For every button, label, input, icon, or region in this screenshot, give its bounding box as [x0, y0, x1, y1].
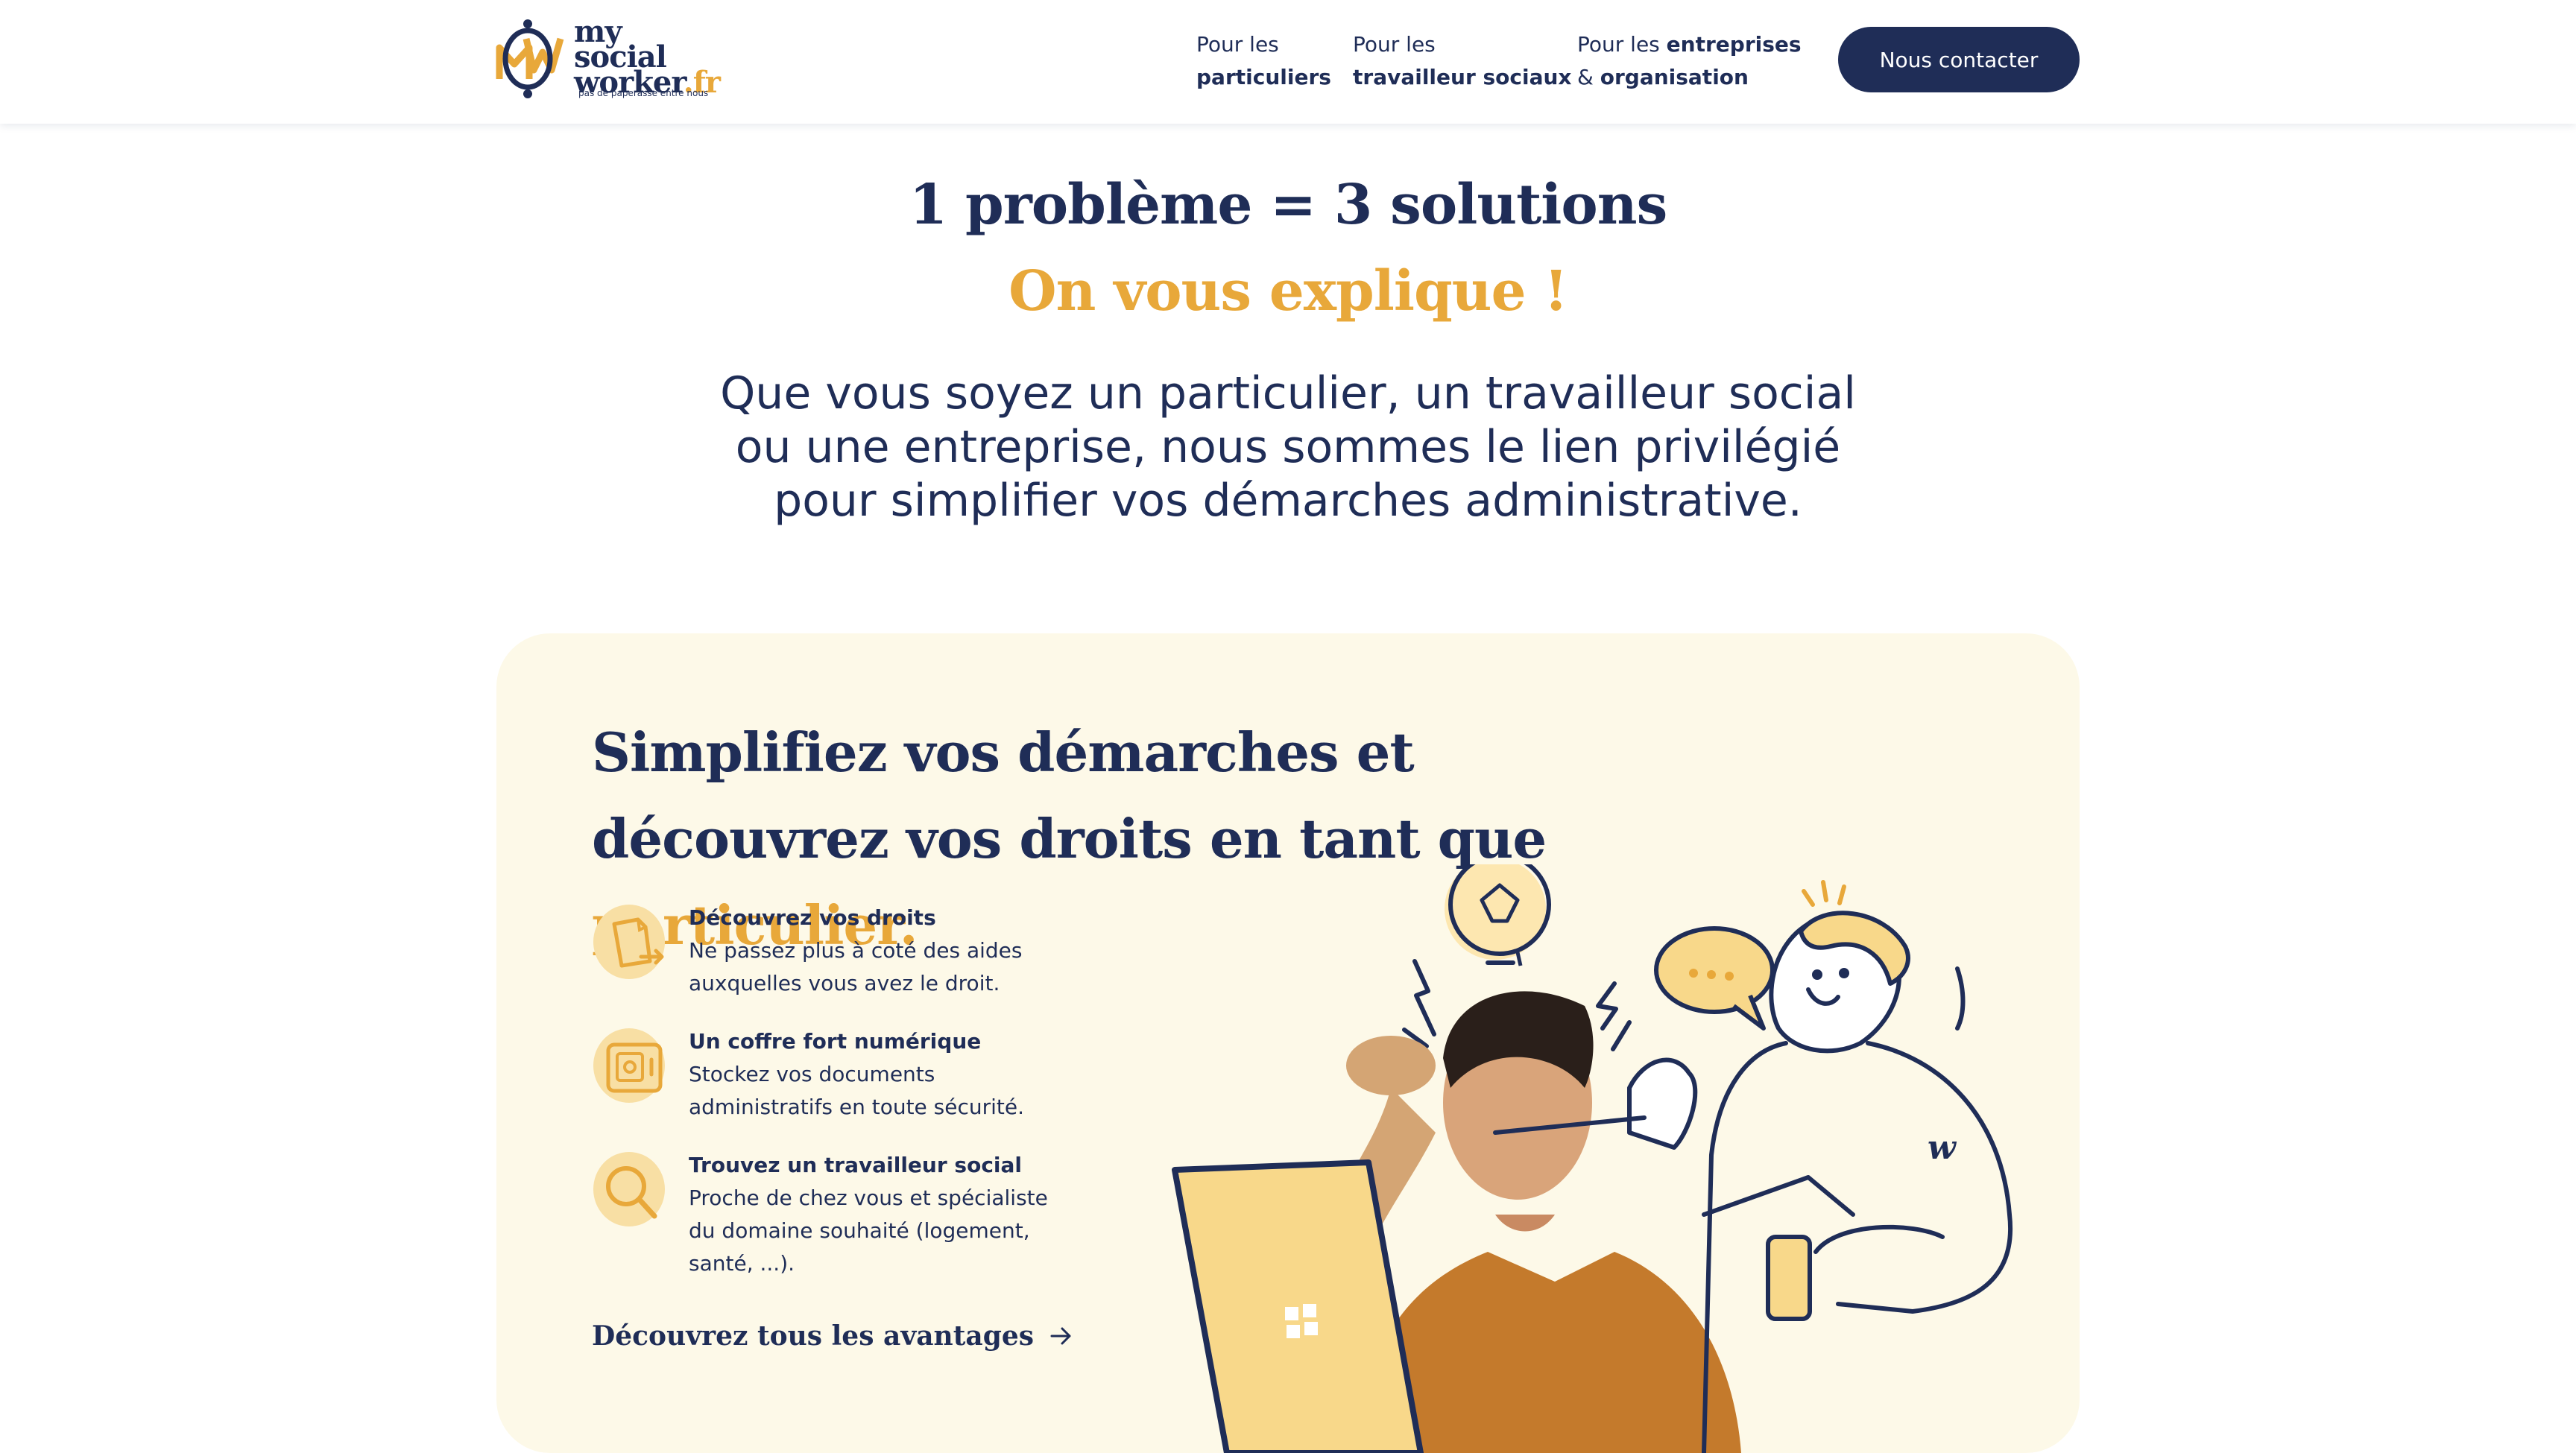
- site-header: my social worker.fr pas de paperasse ent…: [0, 0, 2576, 124]
- svg-text:w: w: [1928, 1129, 1957, 1167]
- page-title: 1 problème = 3 solutions: [909, 173, 1667, 237]
- site-logo[interactable]: my social worker.fr pas de paperasse ent…: [495, 14, 721, 104]
- arrow-right-icon: [1050, 1327, 1071, 1345]
- all-advantages-link[interactable]: Découvrez tous les avantages: [592, 1320, 1073, 1352]
- safe-icon: [593, 1028, 665, 1103]
- nav-entreprises[interactable]: Pour les entreprises & organisation: [1577, 28, 1802, 94]
- nav-travailleurs-sociaux[interactable]: Pour les travailleur sociaux: [1353, 28, 1572, 94]
- intro-text: Que vous soyez un particulier, un travai…: [720, 367, 1856, 527]
- logo-wordmark: my social worker.fr: [574, 14, 721, 100]
- page-subtitle: On vous explique !: [1008, 259, 1568, 323]
- speech-bubble-icon: [1654, 926, 1775, 1031]
- lightbulb-icon: [1445, 864, 1551, 966]
- contact-button[interactable]: Nous contacter: [1838, 27, 2080, 92]
- particuliers-card: Simplifiez vos démarches et découvrez vo…: [496, 633, 2080, 1453]
- logo-tagline: pas de paperasse entre nous: [578, 88, 709, 98]
- logo-mark-icon: [496, 19, 564, 98]
- document-arrow-icon: [593, 905, 665, 979]
- nav-particuliers[interactable]: Pour les particuliers: [1196, 28, 1331, 94]
- magnifier-icon: [593, 1152, 665, 1226]
- illustration-image: w: [1172, 864, 2013, 1453]
